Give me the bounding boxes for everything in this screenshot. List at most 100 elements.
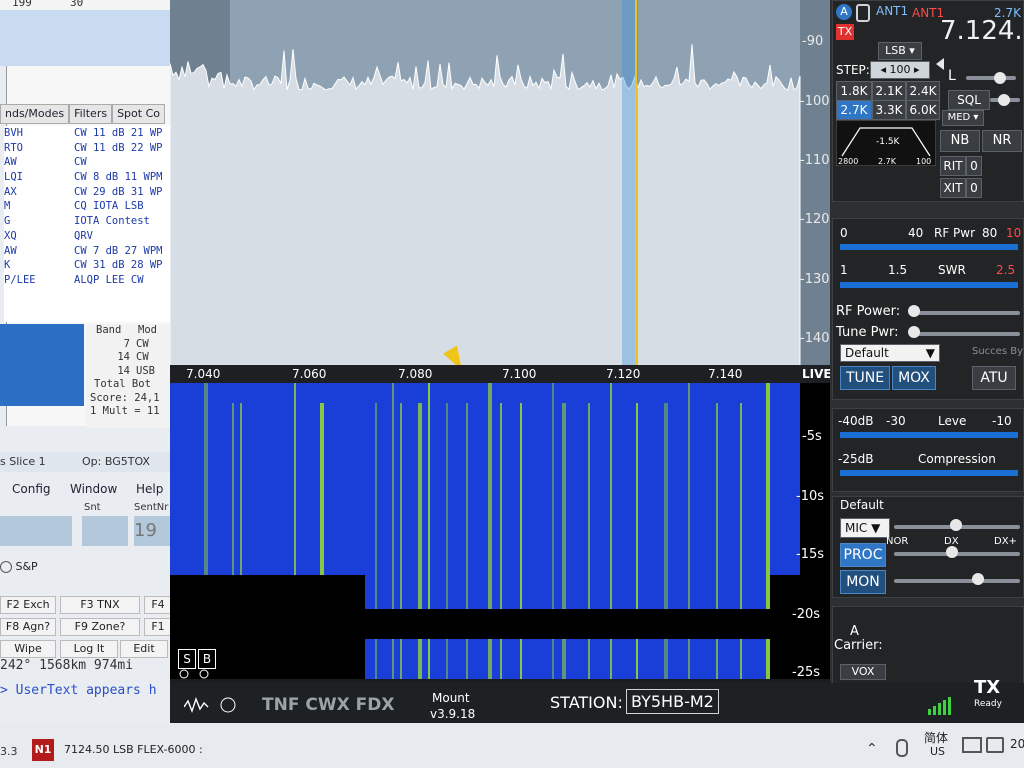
station-value[interactable]: BY5HB-M2 — [626, 689, 719, 714]
panadapter[interactable]: -90 -100 -110 -120 -130 -140 — [170, 0, 830, 370]
mox-button[interactable]: MOX — [892, 366, 936, 390]
audio-gain-slider[interactable] — [966, 76, 1016, 80]
spot-row[interactable]: G IOTA Contest — [4, 214, 170, 229]
nr-button[interactable]: NR — [982, 130, 1022, 152]
step-input[interactable]: ◂ 100 ▸ — [870, 61, 930, 79]
cwx-wave-icon[interactable] — [184, 696, 209, 714]
zoom-in-icon[interactable] — [199, 669, 209, 679]
filter-3-3k[interactable]: 3.3K — [872, 100, 906, 120]
proc-knob[interactable] — [946, 546, 958, 558]
tab-filters[interactable]: Filters — [69, 104, 113, 124]
tx-badge[interactable]: TX — [836, 24, 854, 40]
frequency-scale[interactable]: 7.040 7.060 7.080 7.100 7.120 7.140 LIVE — [170, 365, 832, 383]
band-row: 14 CW — [117, 351, 149, 363]
zoom-out-icon[interactable] — [179, 669, 189, 679]
menu-help[interactable]: Help — [136, 482, 163, 496]
tune-button[interactable]: TUNE — [840, 366, 890, 390]
spot-row[interactable]: LQI CW 8 dB 11 WPM — [4, 170, 170, 185]
filter-1-8k[interactable]: 1.8K — [836, 81, 872, 101]
filter-graph-left: 2800 — [838, 157, 858, 166]
clock-fragment[interactable]: 20 — [1010, 737, 1024, 751]
f2-exch-button[interactable]: F2 Exch — [0, 596, 56, 614]
mon-button[interactable]: MON — [840, 570, 886, 594]
spot-row[interactable]: AW CW 7 dB 27 WPM — [4, 244, 170, 259]
filter-2-4k[interactable]: 2.4K — [906, 81, 940, 101]
s-button[interactable]: S — [178, 649, 196, 669]
tune-power-slider[interactable] — [912, 332, 1020, 336]
rf-power-slider[interactable] — [912, 311, 1020, 315]
filter-2-7k[interactable]: 2.7K — [836, 100, 872, 120]
volume-icon[interactable] — [986, 737, 1004, 753]
f9-zone-button[interactable]: F9 Zone? — [60, 618, 140, 636]
vox-button[interactable]: VOX — [840, 664, 886, 680]
spot-row[interactable]: AW CW — [4, 155, 170, 170]
tnf-cwx-fdx[interactable]: TNF CWX FDX — [262, 695, 394, 715]
spot-row[interactable]: M CQ IOTA LSB — [4, 199, 170, 214]
agc-select[interactable]: MED ▾ — [942, 110, 984, 126]
sp-radio[interactable]: S&P — [0, 560, 38, 573]
tune-power-knob[interactable] — [908, 326, 920, 338]
lock-icon[interactable] — [856, 4, 870, 22]
f10-button[interactable]: F1 — [144, 618, 170, 636]
mic-gain-knob[interactable] — [950, 519, 962, 531]
spot-row[interactable]: BVH CW 11 dB 21 WP — [4, 126, 170, 141]
audio-gain-knob[interactable] — [994, 72, 1006, 84]
menu-window[interactable]: Window — [70, 482, 117, 496]
sentnr-entry[interactable]: 19 — [134, 516, 170, 546]
nb-button[interactable]: NB — [940, 130, 980, 152]
tx-status: TX — [974, 677, 1001, 698]
tab-bands-modes[interactable]: nds/Modes — [0, 104, 70, 124]
edit-button[interactable]: Edit — [120, 640, 168, 658]
log-it-button[interactable]: Log It — [60, 640, 118, 658]
spot-row[interactable]: K CW 31 dB 28 WP — [4, 258, 170, 273]
tx-profile-select[interactable]: Default ▼ — [840, 344, 940, 362]
n1mm-app-icon[interactable]: N1 — [32, 739, 54, 761]
filter-shape-graph[interactable]: -1.5K 2800 2.7K 100 — [836, 120, 936, 166]
waterfall[interactable]: -5s -10s -15s -20s -25s S B — [170, 383, 830, 679]
ime-language[interactable]: 简体 — [924, 729, 948, 746]
xit-value[interactable]: 0 — [966, 178, 982, 198]
sql-knob[interactable] — [998, 94, 1010, 106]
sql-button[interactable]: SQL — [948, 90, 990, 110]
spot-row[interactable]: RTO CW 11 dB 22 WP — [4, 141, 170, 156]
filter-6-0k[interactable]: 6.0K — [906, 100, 940, 120]
mic-profile-label[interactable]: Default — [840, 498, 884, 512]
mode-select[interactable]: LSB ▾ — [878, 42, 922, 60]
rcv-entry[interactable] — [0, 516, 72, 546]
display-icon[interactable] — [962, 737, 982, 753]
atu-button[interactable]: ATU — [972, 366, 1016, 390]
rx-antenna[interactable]: ANT1 — [876, 4, 908, 18]
f3-tnx-button[interactable]: F3 TNX — [60, 596, 140, 614]
spot-row[interactable]: P/LEE ALQP LEE CW — [4, 273, 170, 288]
filter-2-1k[interactable]: 2.1K — [872, 81, 906, 101]
rf-power-knob[interactable] — [908, 305, 920, 317]
xit-button[interactable]: XIT — [940, 178, 966, 198]
b-button[interactable]: B — [198, 649, 216, 669]
snt-entry[interactable] — [82, 516, 128, 546]
mic-select[interactable]: MIC ▼ — [840, 518, 890, 538]
proc-button[interactable]: PROC — [840, 543, 886, 567]
tab-spot-collector[interactable]: Spot Co — [112, 104, 165, 124]
taskbar-app-title[interactable]: 7124.50 LSB FLEX-6000 : — [64, 743, 203, 756]
sp-radio-circle[interactable] — [0, 561, 12, 573]
keyboard-layout[interactable]: US — [930, 745, 945, 758]
spot-row[interactable]: XQ QRV — [4, 229, 170, 244]
f4-button[interactable]: F4 — [144, 596, 170, 614]
frequency-display[interactable]: 7.124.5 — [940, 16, 1024, 46]
f8-agn-button[interactable]: F8 Agn? — [0, 618, 56, 636]
speaker-icon[interactable] — [936, 58, 944, 70]
antenna-icon[interactable] — [220, 697, 236, 713]
mon-knob[interactable] — [972, 573, 984, 585]
rit-button[interactable]: RIT — [940, 156, 966, 176]
wipe-button[interactable]: Wipe — [0, 640, 56, 658]
menu-config[interactable]: Config — [12, 482, 51, 496]
band-row: 14 USB — [117, 364, 155, 377]
microphone-icon[interactable] — [896, 739, 908, 757]
band-header: Band Mod — [96, 324, 157, 336]
spot-row[interactable]: AX CW 29 dB 31 WP — [4, 185, 170, 200]
chevron-up-icon[interactable]: ⌃ — [866, 741, 878, 757]
l-label: L — [948, 68, 956, 84]
rit-value[interactable]: 0 — [966, 156, 982, 176]
slice-a-icon[interactable]: A — [836, 4, 852, 20]
mon-slider[interactable] — [894, 579, 1020, 583]
